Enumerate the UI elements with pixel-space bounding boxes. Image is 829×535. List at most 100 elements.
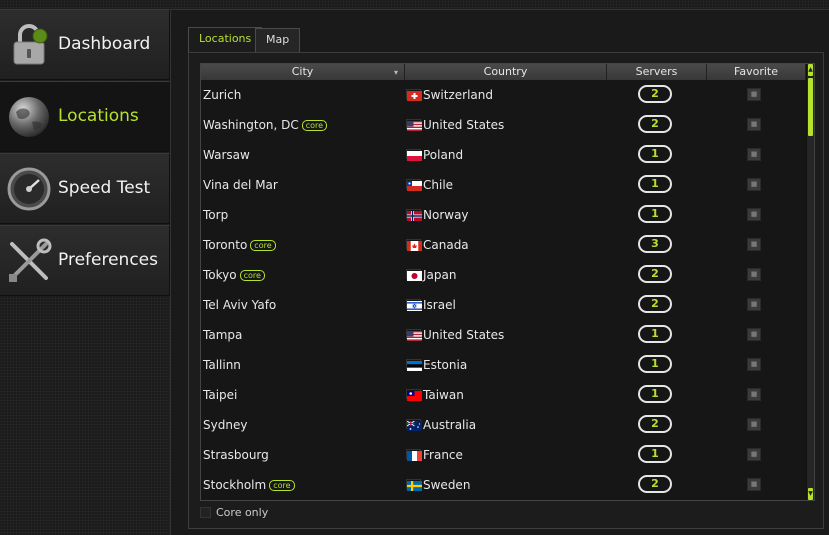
column-header-label: City: [291, 65, 314, 78]
favorite-toggle[interactable]: ■: [747, 268, 761, 281]
table-row[interactable]: Vina del Mar Chile 1 ■: [201, 170, 806, 200]
city-cell: Tallinn: [203, 358, 241, 372]
server-count-badge: 2: [638, 295, 672, 313]
tab-map[interactable]: Map: [255, 28, 301, 52]
city-name: Toronto: [203, 238, 248, 252]
country-cell: United States: [423, 118, 505, 132]
table-row[interactable]: Warsaw Poland 1 ■: [201, 140, 806, 170]
locations-table: City ▾ Country Servers Favorite Zurich Sw…: [200, 63, 815, 501]
flag-ca-icon: [406, 239, 422, 251]
server-count-badge: 1: [638, 355, 672, 373]
lock-icon: [13, 24, 48, 65]
scroll-thumb[interactable]: [808, 78, 813, 136]
column-header-favorite[interactable]: Favorite: [707, 64, 806, 80]
core-only-label: Core only: [216, 506, 269, 519]
nav-label: Dashboard: [58, 34, 151, 54]
favorite-toggle[interactable]: ■: [747, 148, 761, 161]
table-row[interactable]: Tokyo core Japan 2 ■: [201, 260, 806, 290]
city-name: Zurich: [203, 88, 242, 102]
flag-se-icon: [406, 479, 422, 491]
flag-il-icon: [406, 299, 422, 311]
city-name: Tokyo: [203, 268, 237, 282]
main-content: Locations Map City ▾ Country Servers Fav…: [170, 9, 829, 535]
country-cell: Chile: [423, 178, 454, 192]
favorite-toggle[interactable]: ■: [747, 478, 761, 491]
flag-pl-icon: [406, 149, 422, 161]
favorite-toggle[interactable]: ■: [747, 118, 761, 131]
table-row[interactable]: Strasbourg France 1 ■: [201, 440, 806, 470]
city-name: Taipei: [203, 388, 238, 402]
table-row[interactable]: Stockholm core Sweden 2 ■: [201, 470, 806, 500]
favorite-toggle[interactable]: ■: [747, 178, 761, 191]
tab-locations[interactable]: Locations: [188, 27, 263, 53]
locations-panel: City ▾ Country Servers Favorite Zurich Sw…: [188, 52, 824, 529]
city-cell: Strasbourg: [203, 448, 269, 462]
city-cell: Torp: [203, 208, 228, 222]
favorite-toggle[interactable]: ■: [747, 448, 761, 461]
table-row[interactable]: Sydney Australia 2 ■: [201, 410, 806, 440]
server-count-badge: 1: [638, 445, 672, 463]
server-count-badge: 3: [638, 235, 672, 253]
table-row[interactable]: Toronto core Canada 3 ■: [201, 230, 806, 260]
favorite-toggle[interactable]: ■: [747, 388, 761, 401]
table-row[interactable]: Tel Aviv Yafo Israel 2 ■: [201, 290, 806, 320]
server-count-badge: 2: [638, 475, 672, 493]
country-cell: Estonia: [423, 358, 468, 372]
country-cell: Israel: [423, 298, 456, 312]
table-row[interactable]: Tallinn Estonia 1 ■: [201, 350, 806, 380]
country-cell: Switzerland: [423, 88, 493, 102]
country-cell: Australia: [423, 418, 477, 432]
sidebar: Dashboard Locations Speed Test Preferenc…: [0, 0, 170, 535]
nav-item-speed-test[interactable]: Speed Test: [0, 153, 170, 224]
favorite-toggle[interactable]: ■: [747, 208, 761, 221]
city-name: Strasbourg: [203, 448, 269, 462]
table-row[interactable]: Taipei Taiwan 1 ■: [201, 380, 806, 410]
country-cell: Canada: [423, 238, 469, 252]
flag-cl-icon: [406, 179, 422, 191]
flag-us-icon: [406, 329, 422, 341]
city-cell: Warsaw: [203, 148, 250, 162]
flag-fr-icon: [406, 449, 422, 461]
core-badge: core: [269, 480, 295, 491]
nav-item-locations[interactable]: Locations: [0, 81, 170, 152]
city-cell: Sydney: [203, 418, 247, 432]
country-cell: United States: [423, 328, 505, 342]
server-count-badge: 1: [638, 325, 672, 343]
flag-no-icon: [406, 209, 422, 221]
flag-ee-icon: [406, 359, 422, 371]
country-cell: Poland: [423, 148, 464, 162]
city-cell: Stockholm core: [203, 478, 295, 492]
city-name: Tampa: [203, 328, 243, 342]
table-row[interactable]: Tampa United States 1 ■: [201, 320, 806, 350]
vertical-scrollbar[interactable]: ▲ ▼: [806, 64, 814, 500]
favorite-toggle[interactable]: ■: [747, 418, 761, 431]
nav-label: Preferences: [58, 250, 158, 270]
table-row[interactable]: Washington, DC core United States 2 ■: [201, 110, 806, 140]
core-only-checkbox[interactable]: [200, 507, 211, 518]
sort-arrow-icon: ▾: [393, 68, 398, 77]
column-header-city[interactable]: City ▾: [201, 64, 405, 80]
country-cell: Sweden: [423, 478, 471, 492]
table-row[interactable]: Zurich Switzerland 2 ■: [201, 80, 806, 110]
country-cell: France: [423, 448, 463, 462]
nav-item-dashboard[interactable]: Dashboard: [0, 9, 170, 80]
scroll-down-icon[interactable]: ▼: [808, 488, 813, 500]
favorite-toggle[interactable]: ■: [747, 298, 761, 311]
flag-ch-icon: [406, 89, 422, 101]
favorite-toggle[interactable]: ■: [747, 238, 761, 251]
speedometer-icon: [7, 167, 51, 211]
nav-item-preferences[interactable]: Preferences: [0, 225, 170, 296]
scroll-up-icon[interactable]: ▲: [808, 64, 813, 76]
table-row[interactable]: Torp Norway 1 ■: [201, 200, 806, 230]
globe-icon: [9, 97, 49, 137]
column-header-country[interactable]: Country: [405, 64, 607, 80]
favorite-toggle[interactable]: ■: [747, 328, 761, 341]
city-cell: Tokyo core: [203, 268, 265, 282]
favorite-toggle[interactable]: ■: [747, 88, 761, 101]
flag-au-icon: [406, 419, 422, 431]
favorite-toggle[interactable]: ■: [747, 358, 761, 371]
column-header-servers[interactable]: Servers: [607, 64, 707, 80]
city-name: Tel Aviv Yafo: [203, 298, 277, 312]
server-count-badge: 1: [638, 385, 672, 403]
flag-jp-icon: [406, 269, 422, 281]
